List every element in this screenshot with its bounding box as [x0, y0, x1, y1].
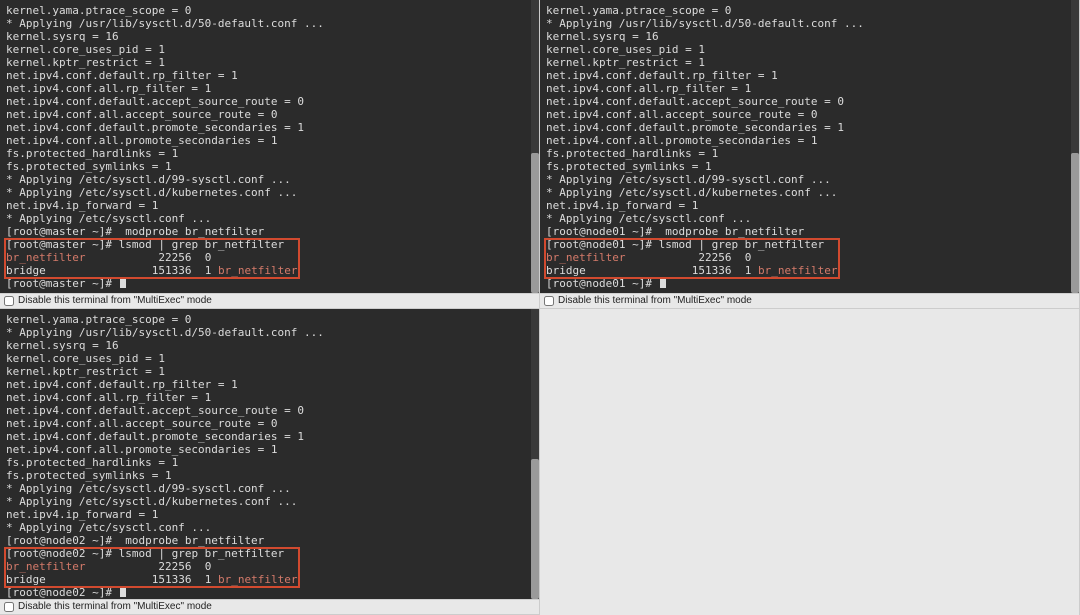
empty-pane [540, 309, 1080, 615]
scrollbar[interactable] [531, 309, 539, 599]
disable-multiexec-label: Disable this terminal from "MultiExec" m… [18, 600, 212, 614]
disable-multiexec-checkbox[interactable] [4, 602, 14, 612]
multiexec-bar: Disable this terminal from "MultiExec" m… [540, 293, 1079, 308]
multiexec-bar: Disable this terminal from "MultiExec" m… [0, 293, 539, 308]
scrollbar[interactable] [531, 0, 539, 293]
terminal-pane-node02: kernel.yama.ptrace_scope = 0 * Applying … [0, 309, 540, 615]
scrollbar[interactable] [1071, 0, 1079, 293]
scrollbar-thumb[interactable] [531, 153, 539, 293]
cursor [120, 277, 126, 288]
terminal-output: kernel.yama.ptrace_scope = 0 * Applying … [6, 4, 533, 290]
scrollbar-thumb[interactable] [1071, 153, 1079, 293]
terminal-output: kernel.yama.ptrace_scope = 0 * Applying … [546, 4, 1073, 290]
terminal-pane-master: kernel.yama.ptrace_scope = 0 * Applying … [0, 0, 540, 309]
cursor [660, 277, 666, 288]
multiexec-bar: Disable this terminal from "MultiExec" m… [0, 599, 539, 614]
disable-multiexec-label: Disable this terminal from "MultiExec" m… [18, 294, 212, 308]
terminal-node01[interactable]: kernel.yama.ptrace_scope = 0 * Applying … [540, 0, 1079, 293]
terminal-output: kernel.yama.ptrace_scope = 0 * Applying … [6, 313, 533, 599]
cursor [120, 586, 126, 597]
empty-area [540, 309, 1079, 615]
terminal-master[interactable]: kernel.yama.ptrace_scope = 0 * Applying … [0, 0, 539, 293]
terminal-pane-node01: kernel.yama.ptrace_scope = 0 * Applying … [540, 0, 1080, 309]
terminal-node02[interactable]: kernel.yama.ptrace_scope = 0 * Applying … [0, 309, 539, 599]
scrollbar-thumb[interactable] [531, 459, 539, 599]
disable-multiexec-checkbox[interactable] [4, 296, 14, 306]
disable-multiexec-checkbox[interactable] [544, 296, 554, 306]
disable-multiexec-label: Disable this terminal from "MultiExec" m… [558, 294, 752, 308]
